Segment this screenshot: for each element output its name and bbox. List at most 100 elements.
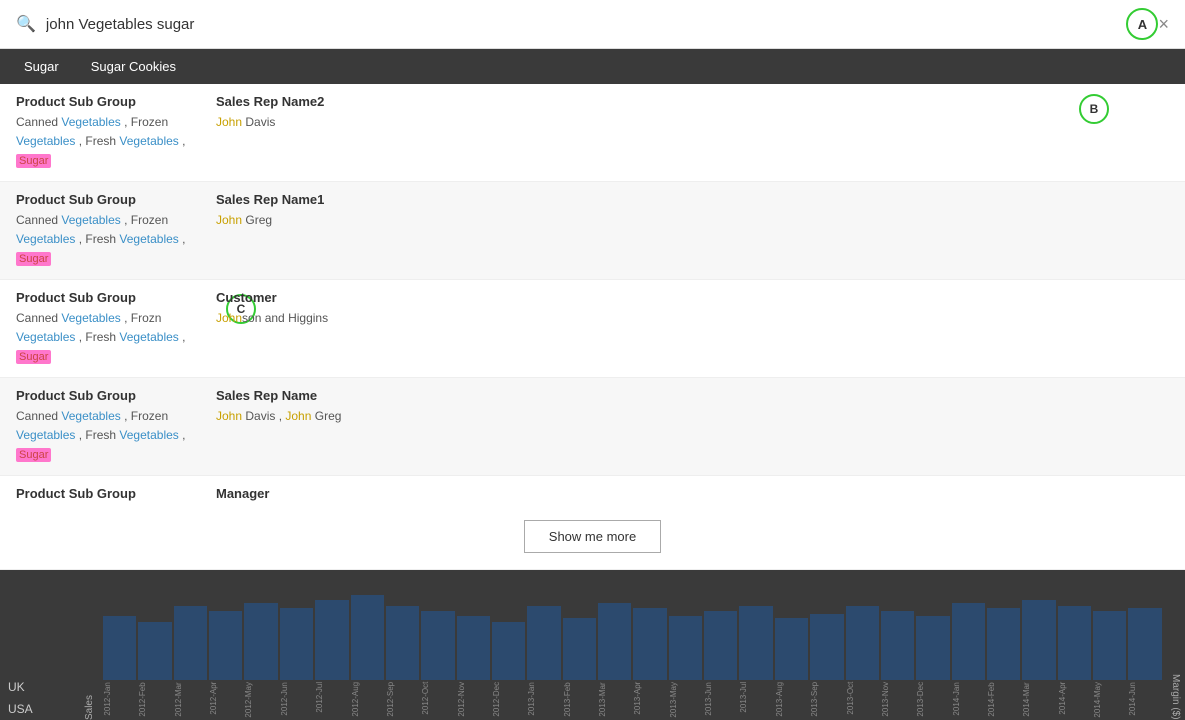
result-right-col: Customer Johnson and Higgins (216, 290, 1169, 367)
tab-sugar-cookies[interactable]: Sugar Cookies (75, 49, 192, 84)
left-col-content: Canned Vegetables , Frozen Vegetables , … (16, 211, 200, 269)
tabs-bar: SugarSugar Cookies (0, 49, 1185, 84)
search-input[interactable] (46, 16, 1117, 33)
right-col-content: John Davis , John Greg (216, 407, 1169, 426)
table-row: Product Sub GroupCanned Vegetables , Fro… (0, 84, 1185, 182)
show-more-button[interactable]: Show me more (524, 520, 661, 553)
chart-x-label: 2013-Dec (916, 682, 949, 718)
x-labels: 2012-Jan2012-Feb2012-Mar2012-Apr2012-May… (99, 680, 1166, 720)
results-list: Product Sub Group Canned Vegetables , Fro… (0, 84, 1185, 504)
table-row: Product Sub Group Canned Vegetables , Fro… (0, 378, 1185, 476)
chart-y-label-right: Margin ($) (1170, 674, 1181, 720)
chart-x-label: 2012-Feb (138, 682, 171, 718)
chart-bar (492, 622, 525, 680)
search-bar: 🔍 A × (0, 0, 1185, 49)
chart-x-label: 2013-Jul (739, 682, 772, 718)
chart-bar (315, 600, 348, 680)
right-col-label: Customer (216, 290, 1169, 305)
chart-x-label: 2013-Mar (598, 682, 631, 718)
chart-x-label: 2014-Mar (1022, 682, 1055, 718)
right-col-label: Manager (216, 486, 1169, 501)
highlight-yellow: John (216, 115, 242, 129)
chart-x-label: 2013-Apr (633, 682, 666, 718)
chart-region-item: UK (8, 680, 72, 694)
right-col-label: Sales Rep Name2 (216, 94, 1169, 109)
chart-x-label: 2013-May (669, 682, 702, 718)
chart-bar (633, 608, 666, 680)
chart-regions: UK USA (0, 676, 80, 720)
chart-x-label: 2013-Jun (704, 682, 737, 718)
chart-bar (598, 603, 631, 680)
chart-x-label: 2012-Apr (209, 682, 242, 718)
chart-bar (527, 606, 560, 680)
bars-container (99, 578, 1166, 680)
left-col-label: Product Sub Group (16, 486, 200, 501)
highlight-yellow: John (216, 213, 242, 227)
chart-inner: 2012-Jan2012-Feb2012-Mar2012-Apr2012-May… (99, 578, 1166, 720)
chart-x-label: 2012-Jan (103, 682, 136, 718)
result-left-col: Product Sub Group Canned Vegetables , Fro… (16, 388, 216, 465)
chart-x-label: 2014-Jan (952, 682, 985, 718)
highlight-blue: Vegetables (61, 115, 120, 129)
table-row: Product Sub GroupCanned Vegetables , Fro… (0, 476, 1185, 504)
left-col-label: Product Sub Group (16, 192, 200, 207)
left-col-label: Product Sub Group (16, 94, 200, 109)
chart-x-label: 2012-May (244, 682, 277, 718)
highlight-blue: Vegetables (61, 409, 120, 423)
highlight-blue: Vegetables (61, 311, 120, 325)
chart-bar (421, 611, 454, 680)
result-left-col: Product Sub Group Canned Vegetables , Fro… (16, 192, 216, 269)
chart-x-label: 2012-Nov (457, 682, 490, 718)
chart-bar (1022, 600, 1055, 680)
chart-x-label: 2013-Nov (881, 682, 914, 718)
close-button[interactable]: × (1158, 14, 1169, 35)
chart-x-label: 2012-Sep (386, 682, 419, 718)
chart-bar (987, 608, 1020, 680)
highlight-pink: Sugar (16, 252, 51, 266)
right-col-label: Sales Rep Name (216, 388, 1169, 403)
chart-area: UKUSA Sales 2012-Jan2012-Feb2012-Mar2012… (0, 570, 1185, 720)
chart-x-label: 2012-Oct (421, 682, 454, 718)
chart-x-label: 2014-Jun (1128, 682, 1161, 718)
left-col-content: Canned Vegetables , Frozen Vegetables , … (16, 407, 200, 465)
right-col-content: John Davis (216, 113, 1169, 132)
result-left-col: Product Sub GroupCanned Vegetables , Fro… (16, 290, 216, 367)
highlight-blue: Vegetables (119, 134, 178, 148)
chart-bar (386, 606, 419, 680)
highlight-pink: Sugar (16, 350, 51, 364)
chart-bar (881, 611, 914, 680)
result-left-col: Product Sub GroupCanned Vegetables , Fro… (16, 486, 216, 504)
chart-x-label: 2013-Feb (563, 682, 596, 718)
chart-bar (952, 603, 985, 680)
chart-bar (244, 603, 277, 680)
right-col-label: Sales Rep Name1 (216, 192, 1169, 207)
circle-b-label: B (1079, 94, 1109, 124)
chart-x-label: 2014-Feb (987, 682, 1020, 718)
highlight-blue: Vegetables (16, 232, 75, 246)
chart-bar (351, 595, 384, 680)
chart-bar (846, 606, 879, 680)
highlight-blue: Vegetables (61, 213, 120, 227)
right-col-content: Johnson and Higgins (216, 309, 1169, 328)
highlight-blue: Vegetables (16, 330, 75, 344)
right-col-content: John Greg (216, 211, 1169, 230)
highlight-blue: Vegetables (16, 134, 75, 148)
chart-x-label: 2012-Aug (351, 682, 384, 718)
left-col-label: Product Sub Group (16, 388, 200, 403)
result-right-col: Sales Rep Name1 John Greg (216, 192, 1169, 269)
highlight-blue: Vegetables (119, 330, 178, 344)
highlight-yellow: John (285, 409, 311, 423)
result-right-col: Sales Rep Name2 John DavisB (216, 94, 1169, 171)
chart-bar (563, 618, 596, 680)
chart-bar (1093, 611, 1126, 680)
chart-bar (775, 618, 808, 680)
tab-sugar[interactable]: Sugar (8, 49, 75, 84)
table-row: Product Sub GroupCanned Vegetables , Fro… (0, 280, 1185, 378)
chart-bar (280, 608, 313, 680)
highlight-pink: Sugar (16, 154, 51, 168)
chart-bar (739, 606, 772, 680)
chart-bar (704, 611, 737, 680)
chart-x-label: 2012-Mar (174, 682, 207, 718)
chart-region-item: USA (8, 702, 72, 716)
left-col-content: Canned Vegetables , Frozn Vegetables , F… (16, 309, 200, 367)
